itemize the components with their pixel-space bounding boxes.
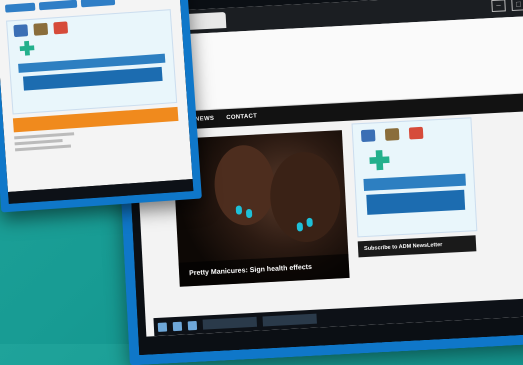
partner-logo-icon (53, 21, 69, 35)
taskbar-app-icon[interactable] (172, 321, 183, 331)
emblem-logo-icon (33, 22, 49, 36)
taskbar-window[interactable] (262, 313, 317, 327)
event-ad-banner[interactable] (351, 117, 478, 238)
front-nav-pill[interactable] (4, 2, 36, 13)
nav-item-news[interactable]: NEWS (195, 116, 214, 123)
newsletter-subscribe-heading: Subscribe to ADM NewsLetter (357, 235, 477, 258)
front-nav-pill[interactable] (80, 0, 116, 8)
health-cross-icon (369, 150, 390, 171)
ad-date (366, 189, 466, 215)
sponsor-logo-icon (13, 24, 29, 38)
nav-item-contact[interactable]: CONTACT (226, 113, 257, 121)
sponsor-logo-icon (360, 129, 376, 143)
window-maximize-icon[interactable]: □ (511, 0, 523, 12)
window-minimize-icon[interactable]: – (491, 0, 506, 13)
taskbar-app-icon[interactable] (187, 320, 198, 330)
partner-logo-icon (408, 126, 424, 140)
health-cross-icon (19, 40, 35, 56)
front-monitor (0, 0, 202, 213)
taskbar-window[interactable] (202, 316, 258, 330)
text-line (14, 132, 75, 140)
front-nav-pill[interactable] (38, 0, 78, 11)
front-event-ad[interactable] (6, 9, 178, 115)
text-line (14, 144, 72, 152)
text-line (14, 139, 63, 146)
hero-caption[interactable]: Pretty Manicures: Sign health effects (178, 253, 350, 287)
windows-start-icon[interactable] (157, 321, 168, 332)
front-browser-window (0, 0, 193, 192)
ad-title (363, 173, 466, 191)
emblem-logo-icon (384, 128, 400, 141)
